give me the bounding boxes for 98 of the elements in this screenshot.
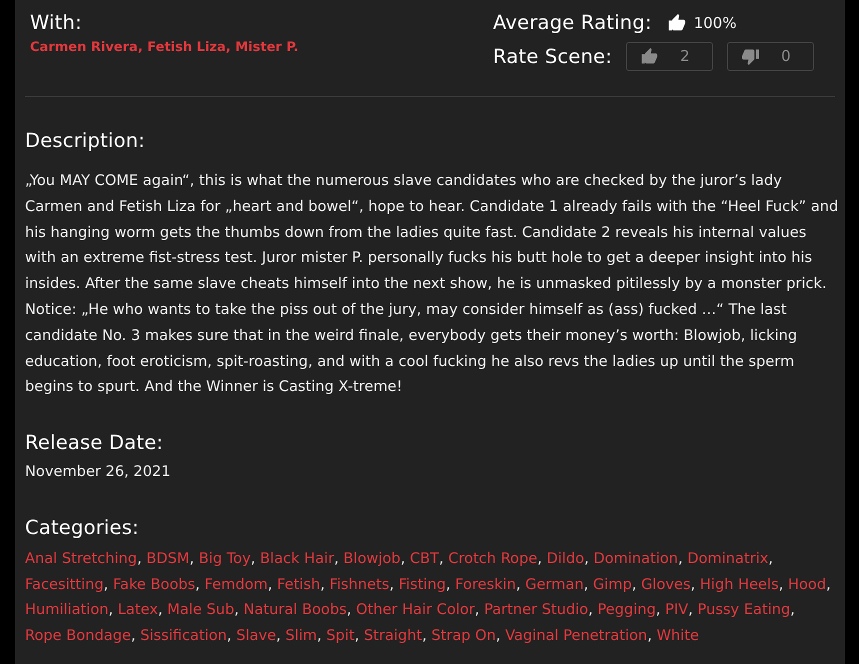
separator-text: , — [632, 576, 636, 593]
category-link[interactable]: Sissification — [140, 627, 227, 644]
category-link[interactable]: Humiliation — [25, 601, 109, 618]
category-link[interactable]: Domination — [593, 550, 678, 567]
separator-text: , — [647, 627, 652, 644]
thumbs-up-icon — [668, 14, 686, 32]
category-link[interactable]: Dildo — [546, 550, 584, 567]
separator-text: , — [446, 576, 451, 593]
category-link[interactable]: High Heels — [700, 576, 779, 593]
thumbs-up-icon — [641, 48, 658, 65]
category-link[interactable]: Male Sub — [167, 601, 234, 618]
separator-text: , — [334, 550, 339, 567]
category-link[interactable]: Anal Stretching — [25, 550, 138, 567]
separator-text: , — [226, 627, 232, 644]
separator-text: , — [108, 601, 114, 618]
category-link[interactable]: Black Hair — [260, 550, 334, 567]
category-link[interactable]: Straight — [364, 627, 422, 644]
category-link[interactable]: BDSM — [146, 550, 190, 567]
category-link[interactable]: Fisting — [398, 576, 446, 593]
separator-text: , — [320, 576, 325, 593]
category-link[interactable]: Blowjob — [343, 550, 401, 567]
separator-text: , — [768, 550, 774, 567]
section-heading: Release Date: — [25, 430, 164, 456]
category-link[interactable]: Latex — [118, 601, 158, 618]
separator-text: , — [516, 576, 521, 593]
category-link[interactable]: Fetish — [277, 576, 320, 593]
separator-text: , — [276, 627, 281, 644]
category-link[interactable]: Big Toy — [198, 550, 251, 567]
category-link[interactable]: White — [656, 627, 700, 644]
category-link[interactable]: Pussy Eating — [698, 601, 790, 618]
category-link[interactable]: Other Hair Color — [356, 601, 475, 618]
category-link[interactable]: Slim — [285, 627, 317, 644]
separator-text: , — [656, 601, 661, 618]
category-link[interactable]: Spit — [326, 627, 355, 644]
section-heading: Categories: — [25, 514, 140, 541]
like-button[interactable]: 2 — [626, 42, 714, 71]
separator-text: , — [316, 627, 322, 644]
category-link[interactable]: Gloves — [641, 576, 691, 593]
separator-text: , — [690, 576, 696, 593]
separator-text: , — [584, 550, 589, 567]
category-link[interactable]: Foreskin — [455, 576, 516, 593]
separator-text: , — [104, 576, 108, 593]
thumbs-down-icon — [742, 48, 760, 65]
category-link[interactable]: Strap On — [431, 627, 496, 644]
separator-text: , — [189, 550, 194, 567]
separator-text: , — [537, 550, 542, 567]
separator-text: , — [138, 40, 143, 55]
category-link[interactable]: Vaginal Penetration — [505, 627, 648, 644]
average-rating-value: 100% — [694, 12, 737, 34]
separator-text: , — [389, 576, 394, 593]
description-text: „You MAY COME again“, this is what the numerous slave candidates who are checked by the juror’s lady Carmen and Fetish Liza for „heart and bowel“, hope to hear. Candidate 1 already fails with the “Heel Fuck” and his hanging worm gets the thumbs down from the ladies quite fast. Candidate 2 reveals his internal values with an extreme fist-stress test. Juror mister P. personally fucks his butt hole to get a deeper insight into his insides. After the same slave cheats himself into the next show, he is unmasked pitilessly by a monster prick. Notice: „He who wants to take the piss out of the jury, may consider himself as (ass) fucked …“ The last candidate No. 3 makes sure that in the weird finale, everybody gets their money’s worth: Blowjob, licking education, foot eroticism, spit-roasting, and with a cool fucking he also revs the ladies up until the sperm begins to spurt. And the Winner is Casting X-treme! — [25, 171, 840, 398]
separator-text: , — [678, 550, 683, 567]
category-link[interactable]: Pegging — [598, 601, 656, 618]
rate-scene-label: Rate Scene: — [493, 44, 612, 70]
release-date-text: November 26, 2021 — [25, 462, 172, 482]
performer-link[interactable]: Mister P. — [235, 40, 298, 55]
separator-text: , — [234, 601, 239, 618]
separator-text: , — [474, 601, 480, 618]
average-rating-label: Average Rating: — [493, 10, 652, 36]
separator-text: , — [438, 550, 444, 567]
category-link[interactable]: Gimp — [593, 576, 632, 593]
separator-text: , — [588, 601, 593, 618]
category-link[interactable]: Facesitting — [25, 576, 104, 593]
category-link[interactable]: Femdom — [204, 576, 268, 593]
category-link[interactable]: CBT — [410, 550, 439, 567]
separator-text: , — [226, 40, 231, 55]
category-link[interactable]: German — [525, 576, 584, 593]
separator-text: , — [422, 627, 427, 644]
section-heading: Description: — [25, 128, 146, 154]
separator-text: , — [250, 550, 256, 567]
separator-text: , — [268, 576, 272, 593]
category-link[interactable]: Dominatrix — [687, 550, 768, 567]
category-link[interactable]: Slave — [236, 627, 276, 644]
with-label: With: — [30, 10, 83, 36]
category-link[interactable]: PIV — [665, 601, 688, 618]
separator-text: , — [137, 550, 142, 567]
separator-text: , — [496, 627, 501, 644]
performer-link[interactable]: Carmen Rivera — [30, 40, 138, 55]
category-link[interactable]: Rope Bondage — [25, 627, 131, 644]
category-link[interactable]: Partner Studio — [484, 601, 588, 618]
separator-text: , — [688, 601, 693, 618]
separator-text: , — [130, 627, 136, 644]
separator-text: , — [400, 550, 406, 567]
separator-text: , — [790, 601, 795, 618]
separator-text: , — [195, 576, 200, 593]
category-link[interactable]: Fishnets — [330, 576, 390, 593]
separator-text: , — [158, 601, 163, 618]
separator-text: , — [354, 627, 360, 644]
performer-link[interactable]: Fetish Liza — [147, 40, 226, 55]
dislike-button[interactable]: 0 — [727, 42, 814, 71]
separator-text: , — [584, 576, 588, 593]
category-link[interactable]: Hood — [788, 576, 826, 593]
category-link[interactable]: Crotch Rope — [448, 550, 538, 567]
category-link[interactable]: Natural Boobs — [244, 601, 347, 618]
category-link[interactable]: Fake Boobs — [112, 576, 196, 593]
separator-text: , — [826, 576, 831, 593]
separator-text: , — [346, 601, 352, 618]
separator-text: , — [778, 576, 784, 593]
